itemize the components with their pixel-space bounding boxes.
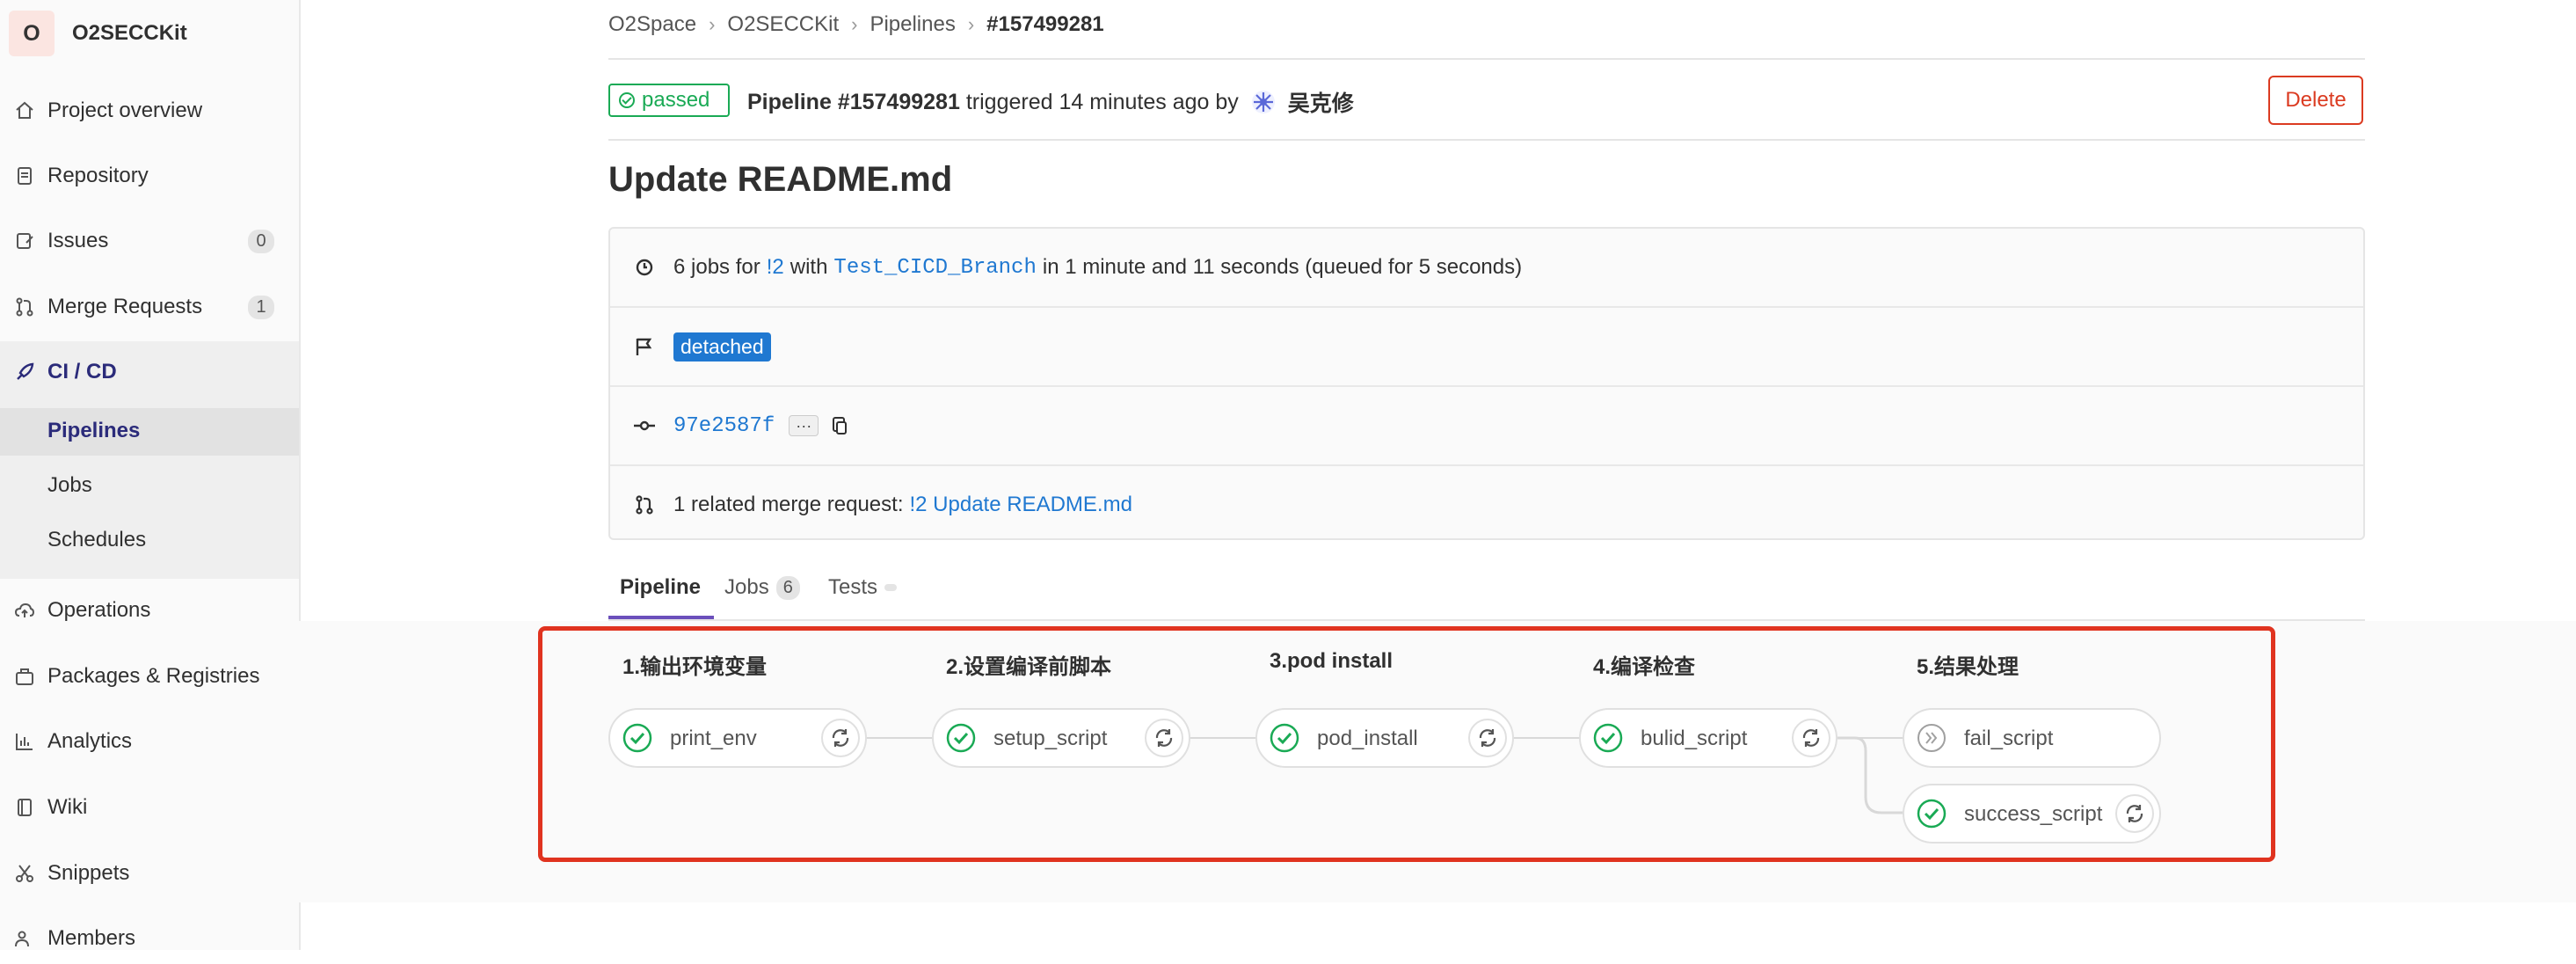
branch-link[interactable]: Test_CICD_Branch	[833, 256, 1036, 280]
sidebar-item-label: Project overview	[47, 99, 203, 122]
user-name[interactable]: 吴克修	[1288, 86, 1354, 118]
sidebar-item-cicd[interactable]: CI / CD	[0, 347, 299, 398]
issues-icon	[12, 229, 37, 253]
cloud-icon	[12, 598, 37, 623]
project-name: O2SECCKit	[72, 21, 187, 45]
sidebar-item-label: Packages & Registries	[47, 664, 260, 688]
sidebar-item-wiki[interactable]: Wiki	[0, 782, 299, 833]
tab-jobs[interactable]: Jobs 6	[724, 556, 800, 619]
sidebar-item-label: Operations	[47, 598, 151, 622]
sidebar-subitem-jobs[interactable]: Jobs	[47, 473, 92, 498]
related-mr-row: 1 related merge request: !2 Update READM…	[610, 466, 2363, 544]
project-header[interactable]: O O2SECCKit	[0, 0, 299, 69]
merge-request-icon	[12, 295, 37, 319]
sidebar-item-operations[interactable]: Operations	[0, 585, 299, 636]
project-avatar: O	[9, 11, 55, 56]
sidebar-subitem-schedules[interactable]: Schedules	[47, 528, 146, 552]
breadcrumb-item[interactable]: Pipelines	[870, 12, 955, 37]
mr-ref-link[interactable]: !2	[767, 255, 784, 280]
tab-tests[interactable]: Tests	[828, 556, 898, 619]
package-icon	[12, 664, 37, 689]
tab-label: Jobs	[724, 575, 769, 599]
sidebar-item-label: Snippets	[47, 861, 130, 885]
rocket-icon	[12, 360, 37, 384]
sidebar-item-label: Analytics	[47, 729, 133, 753]
with-text: with	[790, 255, 828, 279]
tab-label: Pipeline	[620, 575, 702, 599]
sidebar: O O2SECCKit Project overview Repository …	[0, 0, 301, 950]
breadcrumb-item[interactable]: O2SECCKit	[727, 12, 839, 37]
issues-count-badge: 0	[248, 229, 274, 253]
active-subitem-highlight	[0, 408, 299, 456]
breadcrumb-item[interactable]: O2Space	[608, 12, 696, 37]
commit-row: 97e2587f ···	[610, 387, 2363, 466]
sidebar-item-members[interactable]: Members	[0, 913, 299, 964]
status-label: passed	[642, 88, 710, 112]
sidebar-item-label: Members	[47, 926, 136, 950]
merge-request-icon	[633, 493, 656, 516]
divider	[608, 139, 2365, 141]
related-mr-link[interactable]: !2 Update README.md	[909, 493, 1132, 517]
sidebar-item-label: Repository	[47, 164, 149, 187]
doc-icon	[12, 164, 37, 188]
sidebar-item-snippets[interactable]: Snippets	[0, 848, 299, 899]
commit-icon	[633, 414, 656, 437]
pipeline-label: Pipeline #157499281	[747, 89, 960, 114]
chevron-right-icon: ›	[967, 13, 975, 35]
status-badge[interactable]: passed	[608, 84, 730, 117]
related-mr-text: 1 related merge request:	[673, 493, 904, 516]
commit-message-toggle-button[interactable]: ···	[789, 415, 819, 436]
sidebar-item-label: CI / CD	[47, 360, 117, 383]
check-circle-icon	[619, 92, 635, 108]
jobs-summary-row: 6 jobs for !2 with Test_CICD_Branch in 1…	[610, 229, 2363, 308]
divider	[608, 58, 2365, 60]
tag-row: detached	[610, 308, 2363, 387]
commit-sha-link[interactable]: 97e2587f	[673, 414, 775, 438]
triggered-text: triggered 14 minutes ago by	[965, 89, 1239, 114]
sidebar-item-label: Issues	[47, 229, 109, 252]
breadcrumb: O2Space › O2SECCKit › Pipelines › #15749…	[608, 12, 1104, 37]
chevron-right-icon: ›	[709, 13, 716, 35]
sidebar-item-packages-registries[interactable]: Packages & Registries	[0, 651, 299, 702]
users-icon	[12, 926, 37, 951]
sidebar-item-label: Wiki	[47, 795, 88, 819]
sidebar-item-analytics[interactable]: Analytics	[0, 716, 299, 767]
clock-icon	[633, 256, 656, 279]
chevron-right-icon: ›	[851, 13, 858, 35]
detached-badge: detached	[673, 332, 771, 362]
flag-icon	[633, 335, 656, 358]
home-icon	[12, 99, 37, 123]
sidebar-subitem-pipelines[interactable]: Pipelines	[47, 419, 140, 443]
user-avatar-icon[interactable]	[1251, 90, 1276, 114]
highlight-box	[538, 626, 2275, 862]
breadcrumb-current[interactable]: #157499281	[986, 12, 1103, 37]
duration-text: in 1 minute and 11 seconds (queued for 5…	[1042, 255, 1523, 279]
jobs-count-text: 6 jobs for	[673, 255, 760, 279]
sidebar-item-project-overview[interactable]: Project overview	[0, 85, 299, 136]
page-title: Update README.md	[608, 160, 953, 199]
pipeline-info: Pipeline #157499281 triggered 14 minutes…	[747, 86, 1354, 118]
tab-label: Tests	[828, 575, 878, 599]
sidebar-item-merge-requests[interactable]: Merge Requests 1	[0, 281, 299, 332]
delete-button[interactable]: Delete	[2268, 76, 2363, 125]
tab-pipeline[interactable]: Pipeline	[620, 556, 701, 619]
pipeline-info-box: 6 jobs for !2 with Test_CICD_Branch in 1…	[608, 227, 2365, 540]
scissors-icon	[12, 861, 37, 886]
sidebar-item-issues[interactable]: Issues 0	[0, 215, 299, 267]
jobs-count-badge: 6	[775, 575, 800, 600]
tests-count-placeholder	[884, 584, 898, 591]
book-icon	[12, 795, 37, 820]
sidebar-item-label: Merge Requests	[47, 295, 203, 318]
sidebar-item-repository[interactable]: Repository	[0, 150, 299, 201]
chart-icon	[12, 729, 37, 754]
merge-requests-count-badge: 1	[248, 295, 274, 319]
copy-icon[interactable]	[829, 415, 850, 436]
